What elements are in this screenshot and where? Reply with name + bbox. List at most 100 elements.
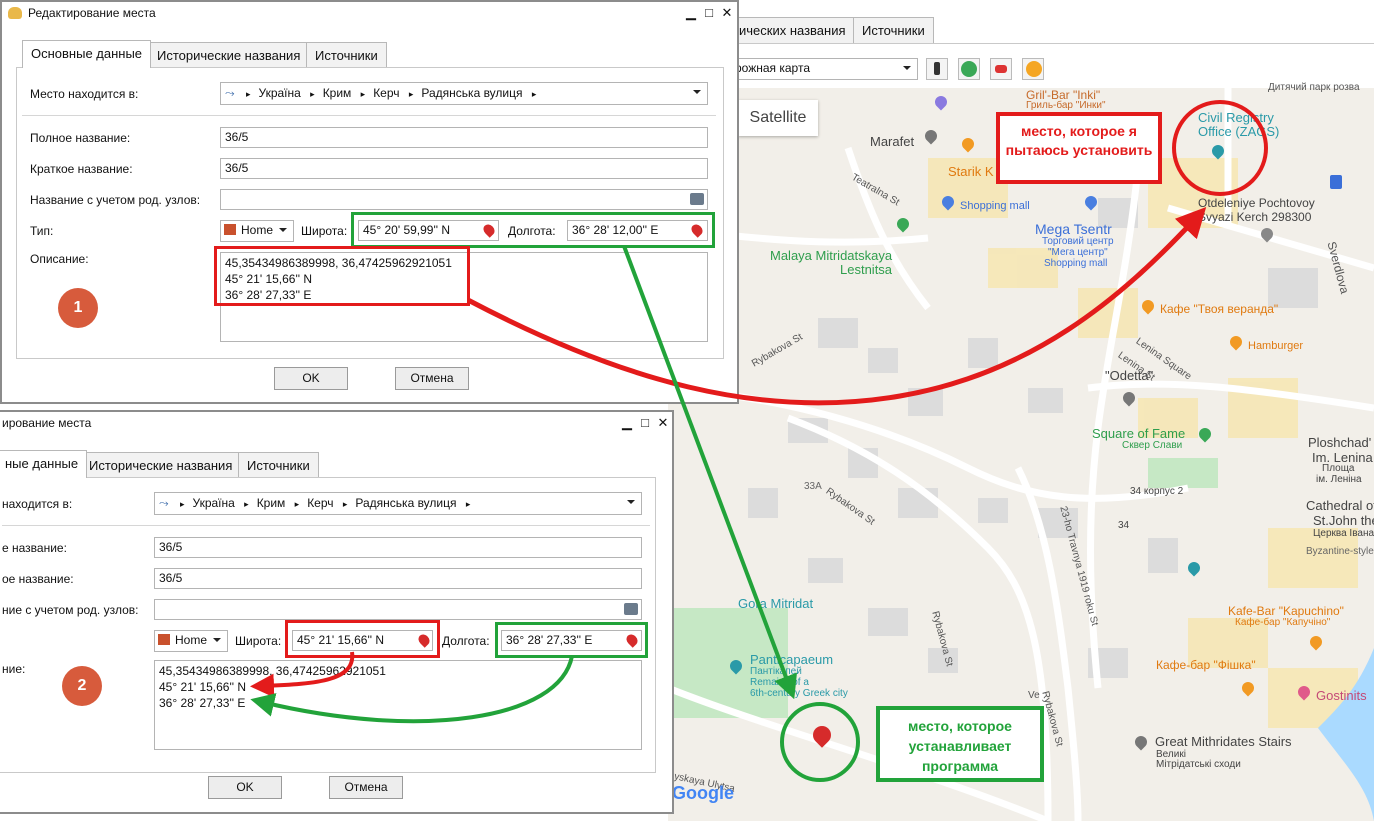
tab-historical-names[interactable]: ических названия: [730, 17, 855, 43]
ok-button[interactable]: OK: [208, 776, 282, 799]
name-with-parents-input[interactable]: [220, 189, 708, 210]
map-label: 33A: [804, 481, 822, 492]
breadcrumb-item[interactable]: Україна: [192, 493, 234, 514]
breadcrumb-item[interactable]: Крим: [257, 493, 286, 514]
map-label: Remains of a: [750, 677, 809, 688]
car-button[interactable]: [990, 58, 1012, 80]
maximize-button[interactable]: □: [636, 414, 654, 432]
map-type-value: рожная карта: [735, 61, 811, 75]
green-callout: место, которое устанавливает программа: [876, 706, 1044, 782]
map-label: Кафе-бар "Фішка": [1156, 658, 1256, 672]
close-button[interactable]: ✕: [654, 414, 672, 432]
map-label: Площа: [1322, 463, 1355, 474]
street-label: Ve: [1028, 690, 1040, 701]
type-value: Home: [175, 633, 208, 647]
type-value: Home: [241, 223, 274, 237]
map-label: Гриль-бар "Инки": [1026, 100, 1106, 111]
close-button[interactable]: ✕: [718, 4, 736, 22]
minimize-button[interactable]: ▁: [618, 414, 636, 432]
breadcrumb-item[interactable]: Керч: [307, 493, 333, 514]
full-name-input[interactable]: 36/5: [154, 537, 642, 558]
map-label: Starik K: [948, 164, 994, 179]
ok-button[interactable]: OK: [274, 367, 348, 390]
type-select[interactable]: Home: [154, 630, 228, 652]
map-label: Gora Mitridat: [738, 596, 814, 611]
location-label: находится в:: [2, 497, 73, 511]
full-name-label: Полное название:: [30, 131, 131, 145]
short-name-input[interactable]: 36/5: [154, 568, 642, 589]
red-callout: место, которое я пытаюсь установить: [996, 112, 1162, 184]
chevron-right-icon: ▸: [245, 89, 251, 99]
maximize-button[interactable]: □: [700, 4, 718, 22]
latitude-label: Широта:: [235, 634, 282, 648]
map-type-select[interactable]: рожная карта: [730, 58, 918, 80]
short-name-label: Краткое название:: [30, 162, 133, 176]
breadcrumb-item[interactable]: Керч: [373, 83, 399, 104]
location-label: Место находится в:: [30, 87, 139, 101]
chevron-right-icon: ▸: [531, 89, 537, 99]
highlight-latitude-red: [285, 620, 440, 658]
tab-main-data[interactable]: ные данные: [0, 450, 88, 478]
edit-place-dialog-1: Редактирование места ▁ □ ✕ Основные данн…: [0, 0, 739, 404]
chevron-right-icon: ▸: [294, 499, 300, 509]
breadcrumb-item[interactable]: Україна: [258, 83, 300, 104]
satellite-button[interactable]: Satellite: [738, 100, 818, 136]
map-label: Mega Tsentr: [1035, 221, 1112, 237]
tab-sources[interactable]: Источники: [238, 452, 319, 478]
google-logo: Google: [672, 783, 734, 803]
breadcrumb-item[interactable]: Радянська вулиця: [355, 493, 456, 514]
name-with-parents-label: ние с учетом род. узлов:: [2, 603, 139, 617]
map-label: Kafe-Bar "Kapuchino": [1228, 604, 1344, 618]
bicycle-button[interactable]: [958, 58, 980, 80]
tab-historical-names[interactable]: Исторические названия: [148, 42, 310, 68]
pegman-button[interactable]: [1022, 58, 1044, 80]
titlebar: Редактирование места ▁ □ ✕: [2, 2, 737, 26]
tab-main-data[interactable]: Основные данные: [22, 40, 152, 68]
map-label: Office (ZAGS): [1198, 124, 1280, 139]
divider: [2, 525, 650, 526]
traffic-icon: [934, 62, 940, 75]
description-textarea[interactable]: 45,35434986389998, 36,47425962921051 45°…: [154, 660, 642, 750]
tab-sources[interactable]: Источники: [853, 17, 934, 43]
location-breadcrumb-select[interactable]: ⤳ ▸ Україна ▸ Крим ▸ Керч ▸ Радянська вулиця…: [220, 82, 708, 105]
type-select[interactable]: Home: [220, 220, 294, 242]
settings-icon[interactable]: [624, 603, 638, 615]
breadcrumb-item[interactable]: Радянська вулиця: [421, 83, 522, 104]
chevron-right-icon: ▸: [244, 499, 249, 509]
breadcrumb-item[interactable]: Крим: [323, 83, 352, 104]
map-label: Ploshchad': [1308, 435, 1372, 450]
name-with-parents-input[interactable]: [154, 599, 642, 620]
settings-icon[interactable]: [690, 193, 704, 205]
cancel-button[interactable]: Отмена: [395, 367, 469, 390]
map-label: Svyazi Kerch 298300: [1198, 210, 1312, 224]
traffic-button[interactable]: [926, 58, 948, 80]
map-label: Церква Івана: [1313, 528, 1374, 539]
map-label: Marafet: [870, 134, 915, 149]
map-label: ім. Леніна: [1316, 474, 1362, 485]
cancel-button[interactable]: Отмена: [329, 776, 403, 799]
full-name-input[interactable]: 36/5: [220, 127, 708, 148]
location-breadcrumb-select[interactable]: ⤳ ▸ Україна ▸ Крим ▸ Керч ▸ Радянська вулиця…: [154, 492, 642, 515]
chevron-down-icon: [903, 66, 911, 70]
map-label: Great Mithridates Stairs: [1155, 734, 1292, 749]
minimize-button[interactable]: ▁: [682, 4, 700, 22]
tab-sources[interactable]: Источники: [306, 42, 387, 68]
full-name-label: е название:: [2, 541, 67, 555]
map-label: Civil Registry: [1198, 110, 1274, 125]
map-label: 34: [1118, 520, 1130, 531]
description-label: Описание:: [30, 252, 89, 266]
app-icon: [8, 7, 22, 19]
home-icon: [224, 224, 236, 235]
map-label: Byzantine-style: [1306, 546, 1374, 557]
step-badge-2: 2: [62, 666, 102, 706]
map-label: "Мега центр": [1048, 247, 1108, 258]
map-label: Gostinits: [1316, 688, 1367, 703]
tab-historical-names[interactable]: Исторические названия: [80, 452, 242, 478]
dialog-title: Редактирование места: [28, 6, 156, 20]
car-icon: [995, 65, 1007, 73]
short-name-input[interactable]: 36/5: [220, 158, 708, 179]
route-icon: ⤳: [225, 86, 235, 100]
pegman-icon: [1026, 61, 1042, 77]
longitude-label: Долгота:: [442, 634, 490, 648]
map-label: Panticapaeum: [750, 652, 834, 667]
